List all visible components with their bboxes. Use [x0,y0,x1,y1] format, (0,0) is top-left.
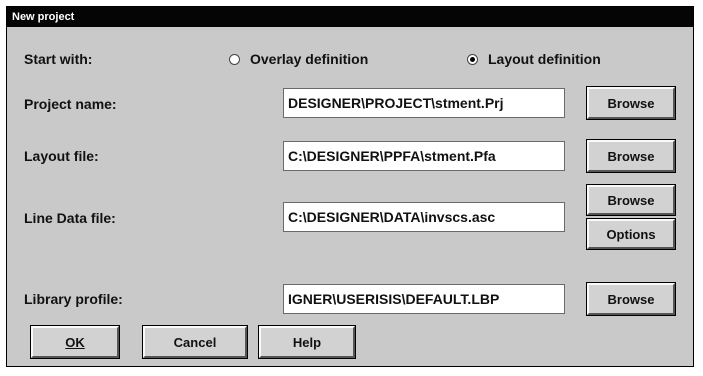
layout-file-browse-button[interactable]: Browse [586,139,676,173]
title-bar: New project [7,7,693,27]
radio-overlay-label: Overlay definition [250,51,369,67]
project-name-browse-button[interactable]: Browse [586,86,676,120]
layout-file-field[interactable]: C:\DESIGNER\PPFA\stment.Pfa [283,141,565,171]
help-button-label: Help [292,334,322,350]
line-data-file-browse-button[interactable]: Browse [586,184,676,216]
start-with-label: Start with: [24,51,93,67]
layout-file-label: Layout file: [24,148,99,164]
cancel-button[interactable]: Cancel [142,325,248,359]
radio-layout-label: Layout definition [488,51,601,67]
library-profile-browse-button[interactable]: Browse [586,282,676,316]
radio-layout-definition[interactable]: Layout definition [467,51,601,67]
radio-overlay-icon [229,53,240,65]
line-data-options-button[interactable]: Options [586,218,676,250]
radio-layout-icon [467,53,478,65]
line-data-file-label: Line Data file: [24,210,116,226]
line-data-file-field[interactable]: C:\DESIGNER\DATA\invscs.asc [283,202,565,232]
help-button[interactable]: Help [258,325,356,359]
cancel-button-label: Cancel [173,334,217,350]
ok-button[interactable]: OK [30,325,120,359]
radio-overlay-definition[interactable]: Overlay definition [229,51,368,67]
project-name-label: Project name: [24,96,117,112]
library-profile-field[interactable]: IGNER\USERISIS\DEFAULT.LBP [283,284,565,314]
project-name-field[interactable]: DESIGNER\PROJECT\stment.Prj [283,88,565,118]
library-profile-label: Library profile: [24,291,123,307]
new-project-dialog: New project Start with: Overlay definiti… [6,6,694,367]
ok-button-label: OK [65,334,85,350]
